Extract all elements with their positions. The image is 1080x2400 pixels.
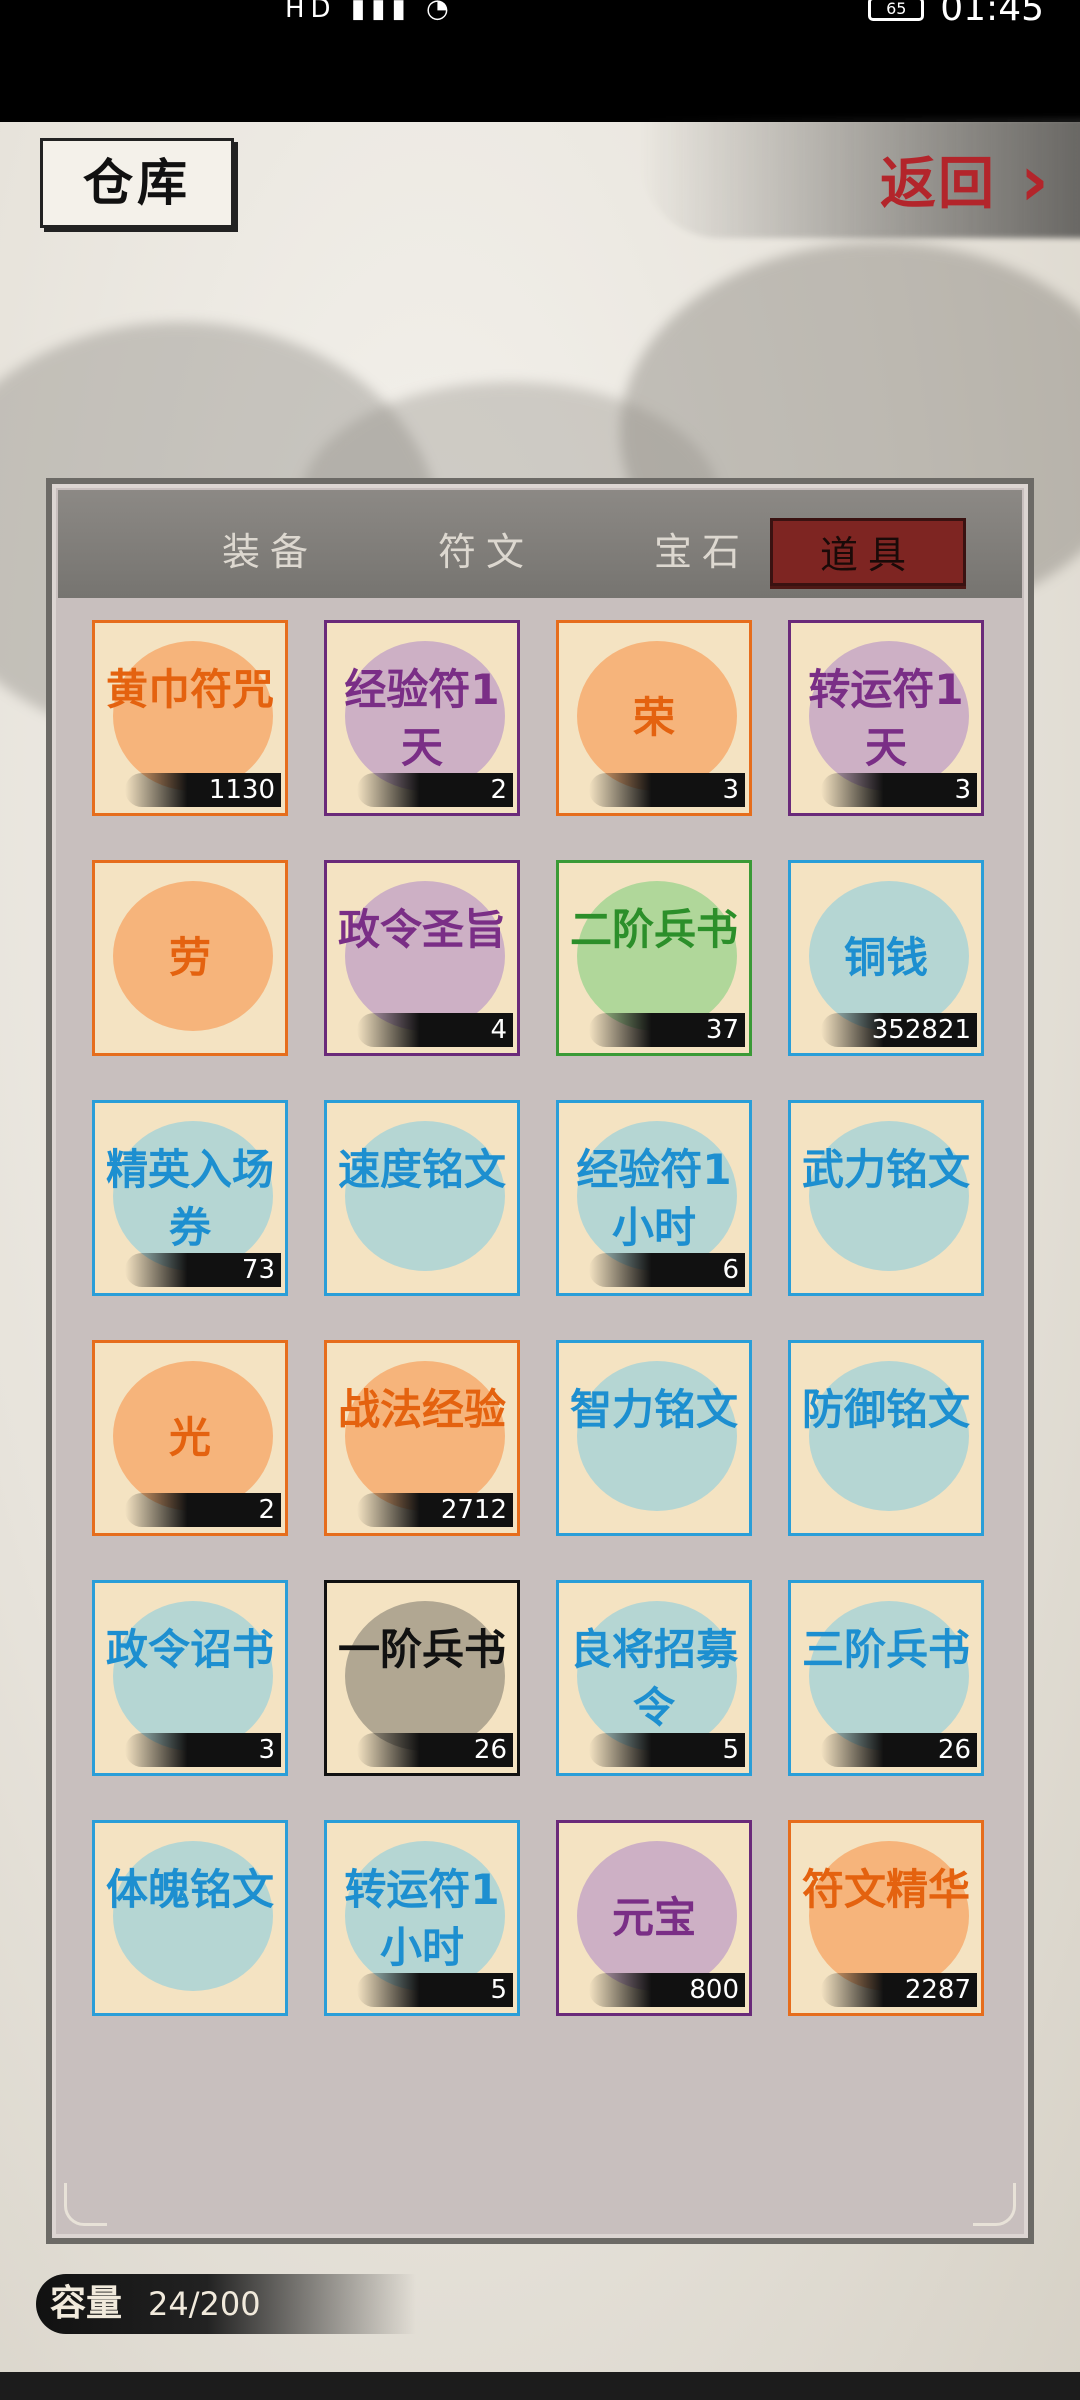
item-count: 6 [722, 1255, 739, 1285]
item-name: 二阶兵书 [569, 905, 738, 954]
inventory-item[interactable]: 武力铭文 [788, 1100, 984, 1296]
inventory-item[interactable]: 劳 [92, 860, 288, 1056]
tab-runes[interactable]: 符文 [388, 518, 584, 586]
inventory-item[interactable]: 智力铭文 [556, 1340, 752, 1536]
tab-bar: 装备 符文 宝石 道具 [58, 490, 1022, 598]
inventory-item[interactable]: 符文精华 2287 [788, 1820, 984, 2016]
inventory-item[interactable]: 良将招募令 5 [556, 1580, 752, 1776]
item-count: 26 [937, 1735, 971, 1765]
item-count: 3 [722, 775, 739, 805]
inventory-item[interactable]: 铜钱 352821 [788, 860, 984, 1056]
inventory-item[interactable]: 经验符1小时 6 [556, 1100, 752, 1296]
item-name: 荣 [632, 693, 675, 742]
item-name: 元宝 [611, 1893, 696, 1942]
capacity-label: 容量 [50, 2283, 123, 2324]
item-name: 战法经验 [337, 1385, 506, 1434]
inventory-item[interactable]: 体魄铭文 [92, 1820, 288, 2016]
status-bar: HD ▮▮▮ ◔ 65 01:45 [0, 0, 1080, 122]
tab-items[interactable]: 道具 [770, 518, 966, 586]
item-name: 智力铭文 [569, 1385, 738, 1434]
inventory-item[interactable]: 转运符1天 3 [788, 620, 984, 816]
inventory-item[interactable]: 精英入场券 73 [92, 1100, 288, 1296]
item-name: 经验符1天 [344, 665, 500, 772]
inventory-item[interactable]: 荣3 [556, 620, 752, 816]
back-button[interactable]: 返回 › [880, 140, 1070, 230]
item-count: 26 [473, 1735, 507, 1765]
inventory-item[interactable]: 经验符1天 2 [324, 620, 520, 816]
panel-corner-ornament [973, 2183, 1016, 2226]
network-label: HD [285, 0, 337, 24]
item-name: 武力铭文 [801, 1145, 970, 1194]
item-name: 转运符1小时 [344, 1865, 500, 1972]
tab-equipment[interactable]: 装备 [172, 518, 368, 586]
item-count: 3 [258, 1735, 275, 1765]
inventory-item[interactable]: 元宝 800 [556, 1820, 752, 2016]
item-count: 800 [689, 1975, 739, 2005]
item-count: 37 [705, 1015, 739, 1045]
inventory-item[interactable]: 二阶兵书 37 [556, 860, 752, 1056]
item-count: 3 [954, 775, 971, 805]
item-name: 一阶兵书 [337, 1625, 506, 1674]
inventory-item[interactable]: 速度铭文 [324, 1100, 520, 1296]
item-name: 铜钱 [843, 933, 928, 982]
battery-level: 65 [886, 0, 907, 18]
item-name: 防御铭文 [801, 1385, 970, 1434]
inventory-item[interactable]: 光2 [92, 1340, 288, 1536]
item-name: 精英入场券 [105, 1145, 274, 1252]
inventory-item[interactable]: 政令诏书 3 [92, 1580, 288, 1776]
panel-corner-ornament [64, 2183, 107, 2226]
item-name: 转运符1天 [808, 665, 964, 772]
item-count: 5 [722, 1735, 739, 1765]
capacity-value: 24/200 [148, 2285, 261, 2323]
page-title-box: 仓库 [40, 138, 234, 228]
item-count: 2 [490, 775, 507, 805]
item-name: 劳 [168, 933, 211, 982]
chevron-right-icon: › [1020, 140, 1051, 222]
inventory-item[interactable]: 政令圣旨 4 [324, 860, 520, 1056]
capacity-indicator: 容量 24/200 [36, 2264, 436, 2344]
item-count: 73 [241, 1255, 275, 1285]
inventory-item[interactable]: 战法经验 2712 [324, 1340, 520, 1536]
item-name: 光 [168, 1413, 211, 1462]
item-name: 体魄铭文 [105, 1865, 274, 1914]
inventory-item[interactable]: 一阶兵书 26 [324, 1580, 520, 1776]
clock: 01:45 [940, 0, 1044, 29]
item-name: 黄巾符咒 [105, 665, 274, 714]
inventory-item[interactable]: 转运符1小时 5 [324, 1820, 520, 2016]
item-count: 1130 [208, 775, 275, 805]
back-label: 返回 [880, 152, 996, 217]
item-name: 政令圣旨 [337, 905, 506, 954]
inventory-item[interactable]: 黄巾符咒 1130 [92, 620, 288, 816]
item-name: 经验符1小时 [576, 1145, 732, 1252]
item-count: 5 [490, 1975, 507, 2005]
item-count: 2712 [440, 1495, 507, 1525]
item-count: 352821 [871, 1015, 971, 1045]
item-name: 良将招募令 [569, 1625, 738, 1732]
item-name: 三阶兵书 [801, 1625, 970, 1674]
inventory-item[interactable]: 防御铭文 [788, 1340, 984, 1536]
item-name: 政令诏书 [105, 1625, 274, 1674]
page-title: 仓库 [83, 154, 191, 212]
network-indicator: HD ▮▮▮ ◔ [285, 0, 455, 24]
item-name: 符文精华 [801, 1865, 970, 1914]
status-right: 65 01:45 [868, 0, 1044, 29]
item-count: 4 [490, 1015, 507, 1045]
bottom-bar [0, 2372, 1080, 2400]
item-count: 2287 [904, 1975, 971, 2005]
inventory-panel: 装备 符文 宝石 道具 黄巾符咒 1130 经验符1天 2 荣 3 转运符1天 3 劳政令圣旨 4… [46, 478, 1034, 2244]
item-name: 速度铭文 [337, 1145, 506, 1194]
battery-icon: 65 [868, 0, 925, 21]
inventory-item[interactable]: 三阶兵书 26 [788, 1580, 984, 1776]
item-count: 2 [258, 1495, 275, 1525]
